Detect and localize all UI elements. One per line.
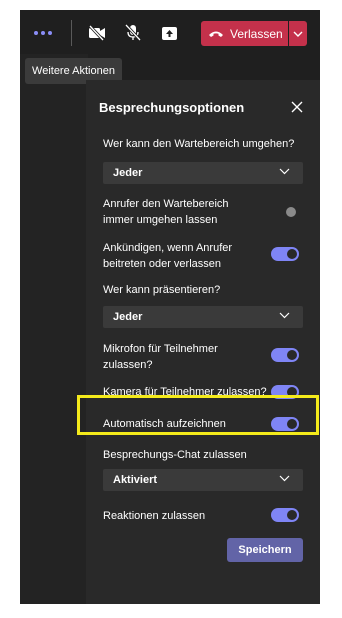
- share-screen-button[interactable]: [156, 20, 182, 46]
- mic-permission-toggle[interactable]: [271, 348, 299, 362]
- close-icon[interactable]: [289, 99, 305, 115]
- phone-hangup-icon: [209, 31, 223, 37]
- chevron-down-icon: [279, 312, 290, 319]
- chat-dropdown[interactable]: Aktiviert: [103, 469, 303, 491]
- lobby-question: Wer kann den Wartebereich umgehen?: [103, 138, 295, 150]
- more-dots-icon: [34, 31, 38, 35]
- presenter-dropdown[interactable]: Jeder: [103, 306, 303, 328]
- meeting-toolbar: Verlassen: [20, 10, 320, 54]
- more-actions-button[interactable]: [30, 20, 56, 46]
- announce-label: Ankündigen, wenn Anrufer beitreten oder …: [103, 242, 233, 270]
- presenter-value: Jeder: [113, 311, 143, 323]
- autorecord-highlight-box: [77, 395, 319, 435]
- lobby-dropdown[interactable]: Jeder: [103, 162, 303, 184]
- camera-toggle-button[interactable]: [84, 20, 110, 46]
- leave-options-button[interactable]: [289, 21, 307, 46]
- chat-question: Besprechungs-Chat zulassen: [103, 449, 247, 461]
- reactions-toggle[interactable]: [271, 508, 299, 522]
- camera-off-icon: [88, 25, 105, 41]
- reactions-label: Reaktionen zulassen: [103, 510, 206, 522]
- chevron-down-icon: [279, 168, 290, 175]
- callers-bypass-toggle[interactable]: [286, 207, 296, 217]
- callers-bypass-label: Anrufer den Wartebereich immer umgehen l…: [103, 198, 229, 226]
- meeting-stage: [20, 54, 88, 604]
- mic-off-icon: [125, 24, 141, 42]
- leave-label: Verlassen: [230, 26, 283, 41]
- leave-button[interactable]: Verlassen: [201, 21, 288, 46]
- mic-permission-label: Mikrofon für Teilnehmer zulassen?: [103, 343, 218, 371]
- panel-title: Besprechungsoptionen: [99, 100, 245, 115]
- teams-meeting-window: Verlassen Weitere Aktionen Besprechungso…: [20, 10, 320, 604]
- presenter-question: Wer kann präsentieren?: [103, 284, 221, 296]
- share-screen-icon: [161, 26, 177, 40]
- lobby-value: Jeder: [113, 167, 143, 179]
- announce-toggle[interactable]: [271, 247, 299, 261]
- chevron-down-icon: [293, 31, 303, 37]
- toolbar-divider: [71, 20, 72, 46]
- chat-value: Aktiviert: [113, 474, 158, 486]
- save-button[interactable]: Speichern: [227, 538, 303, 562]
- meeting-options-panel: Besprechungsoptionen Wer kann den Warteb…: [86, 80, 320, 604]
- chevron-down-icon: [279, 475, 290, 482]
- mic-toggle-button[interactable]: [120, 20, 146, 46]
